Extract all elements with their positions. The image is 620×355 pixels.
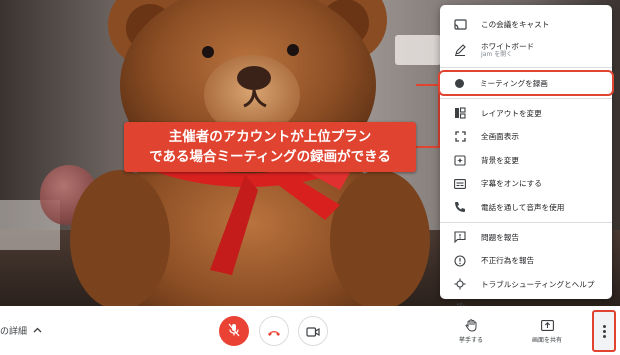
present-screen-label: 画面を共有 — [531, 337, 562, 344]
menu-item-change-background[interactable]: 背景を変更 — [440, 149, 612, 172]
chevron-up-icon — [33, 326, 42, 336]
menu-item-label: レイアウトを変更 — [481, 108, 542, 118]
menu-divider — [440, 67, 612, 69]
mic-off-icon — [228, 322, 240, 341]
layout-icon — [453, 106, 467, 120]
fullscreen-icon — [453, 130, 467, 144]
leave-call-button[interactable] — [259, 316, 289, 346]
cast-icon — [453, 18, 467, 32]
menu-item-label: 字幕をオンにする — [481, 179, 542, 189]
menu-divider — [440, 221, 612, 223]
microphone-toggle-button[interactable] — [219, 316, 249, 346]
background-sparkle-icon — [453, 153, 467, 167]
captions-icon — [453, 177, 467, 191]
menu-item-label: 電話を通して音声を使用 — [481, 202, 565, 212]
raise-hand-label: 挙手する — [458, 337, 483, 344]
video-camera-icon — [306, 322, 320, 341]
troubleshoot-icon — [453, 277, 467, 291]
callout-line-1: 主催者のアカウントが上位プラン — [168, 129, 372, 145]
menu-item-phone-audio[interactable]: 電話を通して音声を使用 — [440, 195, 612, 218]
callout-line-2: である場合ミーティングの録画ができる — [149, 149, 391, 165]
more-options-menu: この会議をキャスト ホワイトボード Jam を開く ミーティングを録画 レイアウ… — [438, 5, 614, 313]
phone-audio-icon — [453, 200, 467, 214]
camera-toggle-button[interactable] — [298, 316, 328, 346]
annotation-callout: 主催者のアカウントが上位プラン である場合ミーティングの録画ができる — [124, 122, 416, 172]
menu-item-label: ミーティングを録画 — [480, 78, 548, 88]
menu-item-report-abuse[interactable]: 不正行為を報告 — [440, 249, 612, 272]
meeting-details-toggle[interactable]: の詳細 — [0, 324, 42, 337]
menu-item-report-problem[interactable]: 問題を報告 — [440, 226, 612, 249]
meeting-details-label: の詳細 — [0, 327, 28, 337]
menu-item-label: この会議をキャスト — [481, 20, 550, 30]
menu-item-sublabel: Jam を開く — [481, 51, 513, 59]
menu-divider — [440, 97, 612, 99]
menu-item-whiteboard[interactable]: ホワイトボード Jam を開く — [440, 36, 612, 64]
more-vertical-icon — [602, 324, 606, 338]
menu-item-troubleshooting-help[interactable]: トラブルシューティングとヘルプ — [440, 273, 612, 296]
menu-item-label: 背景を変更 — [481, 155, 519, 165]
whiteboard-pen-icon — [453, 43, 467, 57]
menu-item-fullscreen[interactable]: 全画面表示 — [440, 125, 612, 148]
report-problem-icon — [453, 230, 467, 244]
menu-item-label: 不正行為を報告 — [481, 256, 535, 266]
menu-item-cast[interactable]: この会議をキャスト — [440, 13, 612, 36]
hand-icon — [465, 318, 477, 332]
menu-item-label: トラブルシューティングとヘルプ — [481, 279, 595, 289]
present-screen-button[interactable]: 画面を共有 — [522, 318, 572, 344]
record-dot-icon — [452, 76, 466, 90]
menu-item-label: 全画面表示 — [481, 132, 519, 142]
raise-hand-button[interactable]: 挙手する — [446, 318, 496, 344]
hang-up-icon — [267, 322, 281, 341]
present-screen-icon — [540, 318, 554, 332]
menu-item-change-layout[interactable]: レイアウトを変更 — [440, 102, 612, 125]
more-options-button[interactable] — [592, 310, 616, 352]
callout-connector-line — [416, 84, 440, 148]
menu-item-captions[interactable]: 字幕をオンにする — [440, 172, 612, 195]
report-abuse-icon — [453, 254, 467, 268]
menu-item-label: ホワイトボード — [481, 42, 535, 52]
menu-item-record-meeting[interactable]: ミーティングを録画 — [438, 70, 614, 96]
menu-item-label: 問題を報告 — [481, 232, 519, 242]
